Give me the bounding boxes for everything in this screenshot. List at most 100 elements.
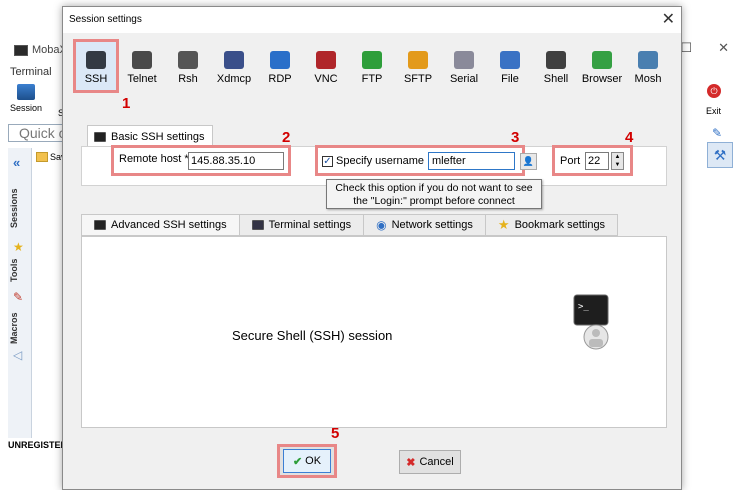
protocol-label: Browser — [581, 73, 623, 85]
tooltip-line-2: the "Login:" prompt before connect — [353, 195, 515, 207]
protocol-rsh[interactable]: Rsh — [165, 39, 211, 93]
protocol-label: FTP — [361, 73, 383, 85]
port-spinner[interactable]: ▲ ▼ — [611, 152, 624, 170]
session-icon — [17, 84, 35, 100]
protocol-ssh[interactable]: SSH — [73, 39, 119, 93]
bg-session-button[interactable]: Session — [10, 82, 42, 113]
protocol-label: Shell — [543, 73, 569, 85]
protocol-rdp[interactable]: RDP — [257, 39, 303, 93]
bg-session-label: Session — [10, 103, 43, 113]
pen-icon[interactable]: ✎ — [712, 126, 722, 140]
protocol-browser[interactable]: Browser — [579, 39, 625, 93]
bg-maximize-icon[interactable]: ☐ — [680, 40, 692, 56]
protocol-toolbar: SSH Telnet Rsh Xdmcp RDP VNC FTP SFTP Serial File… — [73, 39, 669, 93]
telnet-icon — [132, 51, 152, 69]
bg-left-sidebar: « Sessions ★ Tools ✎ Macros ◁ — [8, 148, 32, 438]
protocol-telnet[interactable]: Telnet — [119, 39, 165, 93]
tab-bookmark-settings[interactable]: ★ Bookmark settings — [484, 214, 619, 236]
sidebar-tab-sessions[interactable]: Sessions — [9, 180, 31, 236]
protocol-label: Serial — [449, 73, 479, 85]
remote-host-input[interactable]: 145.88.35.10 — [188, 152, 284, 170]
tab-label: Bookmark settings — [514, 219, 606, 231]
cancel-label: Cancel — [419, 456, 454, 468]
tool-button[interactable]: ⚒ — [707, 142, 733, 168]
shell-icon — [546, 51, 566, 69]
annotation-5: 5 — [331, 425, 340, 442]
dialog-title: Session settings — [69, 14, 142, 25]
checkmark-icon: ✔ — [292, 455, 303, 468]
file-icon — [500, 51, 520, 69]
quick-connect-input[interactable]: Quick c — [8, 124, 68, 142]
annotation-3: 3 — [511, 129, 520, 146]
user-picker-button[interactable]: 👤 — [520, 153, 537, 170]
protocol-sftp[interactable]: SFTP — [395, 39, 441, 93]
tab-label: Advanced SSH settings — [111, 219, 227, 231]
tab-basic-ssh-settings[interactable]: Basic SSH settings — [87, 125, 213, 147]
sidebar-tab-tools[interactable]: Tools — [9, 250, 31, 290]
protocol-label: RDP — [268, 73, 292, 85]
tooltip-line-1: Check this option if you do not want to … — [335, 182, 533, 194]
protocol-label: SSH — [84, 73, 108, 85]
annotation-4: 4 — [625, 129, 634, 146]
svg-text:>_: >_ — [578, 302, 589, 312]
cancel-button[interactable]: ✖ Cancel — [399, 450, 461, 474]
vnc-icon — [316, 51, 336, 69]
sidebar-tab-macros[interactable]: Macros — [9, 308, 31, 348]
protocol-label: Mosh — [634, 73, 662, 85]
terminal-settings-icon — [251, 220, 264, 230]
bg-status-text: UNREGISTEF — [8, 440, 67, 450]
specify-username-label[interactable]: Specify username — [336, 155, 424, 167]
terminal-small-icon — [94, 220, 106, 230]
folder-icon — [36, 152, 48, 162]
ok-button[interactable]: ✔ OK — [277, 444, 337, 478]
bg-menu-terminal[interactable]: Terminal — [10, 66, 52, 78]
exit-button-label[interactable]: Exit — [706, 106, 721, 116]
port-input[interactable]: 22 — [585, 152, 609, 170]
username-tooltip: Check this option if you do not want to … — [326, 179, 542, 209]
protocol-serial[interactable]: Serial — [441, 39, 487, 93]
tab-advanced-ssh-settings[interactable]: Advanced SSH settings — [81, 214, 239, 236]
bg-right-panel — [679, 122, 735, 442]
collapse-chevron-icon[interactable]: « — [13, 155, 20, 170]
session-description-panel: Secure Shell (SSH) session >_ — [81, 236, 667, 428]
session-settings-dialog: Session settings ✕ SSH Telnet Rsh Xdmcp RDP V… — [62, 6, 682, 490]
protocol-ftp[interactable]: FTP — [349, 39, 395, 93]
protocol-label: Rsh — [178, 73, 198, 85]
protocol-vnc[interactable]: VNC — [303, 39, 349, 93]
network-globe-icon: ◉ — [376, 218, 387, 232]
tab-label: Network settings — [391, 219, 473, 231]
sftp-icon — [408, 51, 428, 69]
close-icon[interactable]: ✕ — [662, 9, 675, 29]
annotation-1: 1 — [122, 95, 131, 112]
xdmcp-icon — [224, 51, 244, 69]
protocol-xdmcp[interactable]: Xdmcp — [211, 39, 257, 93]
port-label: Port — [560, 155, 581, 167]
basic-tab-label: Basic SSH settings — [111, 130, 205, 143]
protocol-label: Telnet — [127, 73, 157, 85]
mosh-icon — [638, 51, 658, 69]
specify-username-checkbox[interactable]: ✓ — [322, 156, 333, 167]
protocol-mosh[interactable]: Mosh — [625, 39, 671, 93]
terminal-small-icon — [94, 131, 106, 142]
tab-network-settings[interactable]: ◉ Network settings — [363, 214, 485, 236]
cross-icon: ✖ — [406, 456, 416, 469]
ftp-icon — [362, 51, 382, 69]
dialog-title-bar: Session settings ✕ — [63, 7, 681, 33]
tools-icon: ✎ — [13, 290, 24, 304]
browser-icon — [592, 51, 612, 69]
protocol-label: File — [501, 73, 519, 85]
tab-terminal-settings[interactable]: Terminal settings — [238, 214, 364, 236]
annotation-2: 2 — [282, 129, 291, 146]
bg-close-icon[interactable]: ✕ — [718, 40, 729, 56]
ssh-large-icon: >_ — [573, 294, 609, 350]
protocol-file[interactable]: File — [487, 39, 533, 93]
bg-window-controls: ☐ ✕ — [680, 40, 729, 56]
advanced-tabs: Advanced SSH settings Terminal settings … — [81, 214, 619, 236]
username-input[interactable]: mlefter — [428, 152, 515, 170]
ok-button-face[interactable]: ✔ OK — [283, 449, 331, 473]
star-icon: ★ — [497, 217, 510, 232]
power-icon[interactable]: ⏻ — [707, 84, 721, 98]
rsh-icon — [178, 51, 198, 69]
mobaxterm-app-icon — [14, 44, 28, 56]
protocol-shell[interactable]: Shell — [533, 39, 579, 93]
